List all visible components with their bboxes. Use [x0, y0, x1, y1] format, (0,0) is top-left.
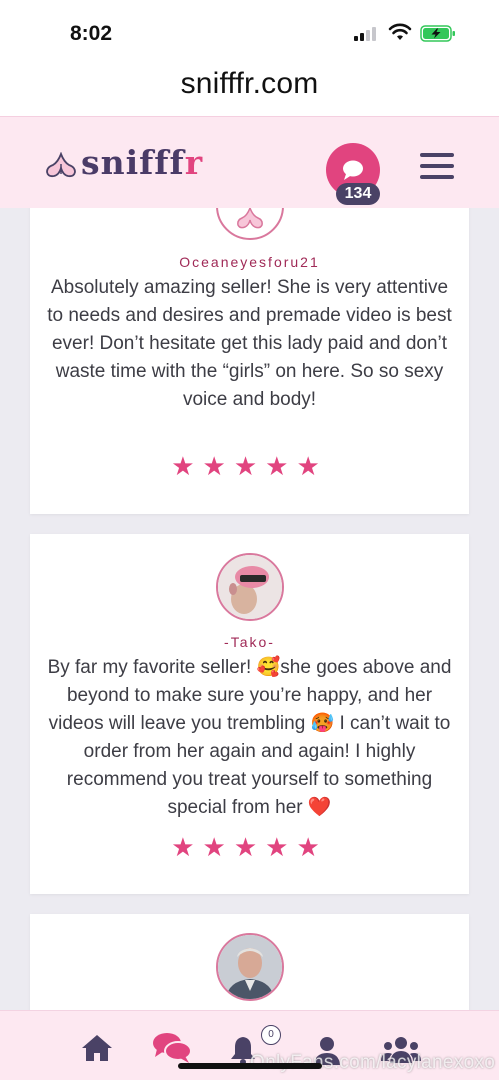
- logo-icon[interactable]: [45, 152, 77, 178]
- battery-charging-icon: [420, 25, 455, 42]
- status-time: 8:02: [70, 22, 113, 45]
- logo-text-accent: r: [184, 143, 204, 182]
- url-text: snifffr.com: [180, 67, 319, 100]
- review-card: -Tako- By far my favorite seller! 🥰she g…: [30, 534, 469, 894]
- reviewer-avatar[interactable]: [216, 933, 284, 1001]
- reviewer-name[interactable]: -Tako-: [30, 634, 469, 650]
- reviewer-avatar[interactable]: [216, 553, 284, 621]
- reviewer-name[interactable]: Oceaneyesforu21: [30, 254, 469, 270]
- site-logo[interactable]: snifffr: [81, 143, 203, 182]
- notification-count-badge: 0: [261, 1025, 281, 1045]
- cellular-signal-icon: [354, 27, 378, 41]
- review-card: Oceaneyesforu21 Absolutely amazing selle…: [30, 170, 469, 514]
- reviewer-photo: [218, 935, 282, 999]
- chat-icon[interactable]: [151, 1031, 193, 1065]
- review-text: Absolutely amazing seller! She is very a…: [47, 277, 452, 410]
- site-header: snifffr 134: [0, 116, 499, 208]
- home-icon[interactable]: [80, 1033, 114, 1063]
- logo-text-main: snifff: [81, 143, 185, 182]
- wifi-icon: [388, 23, 412, 40]
- chat-bubble-icon: [343, 160, 363, 180]
- home-indicator[interactable]: [178, 1063, 322, 1069]
- status-bar: 8:02: [0, 0, 499, 62]
- hamburger-menu-icon[interactable]: [420, 153, 454, 179]
- review-text: By far my favorite seller! 🥰she goes abo…: [47, 657, 452, 818]
- message-count-badge: 134: [336, 183, 380, 205]
- star-rating: ★★★★★: [171, 451, 328, 481]
- browser-address-bar[interactable]: snifffr.com: [0, 62, 499, 116]
- star-rating: ★★★★★: [171, 832, 328, 862]
- reviewer-photo: [218, 555, 282, 619]
